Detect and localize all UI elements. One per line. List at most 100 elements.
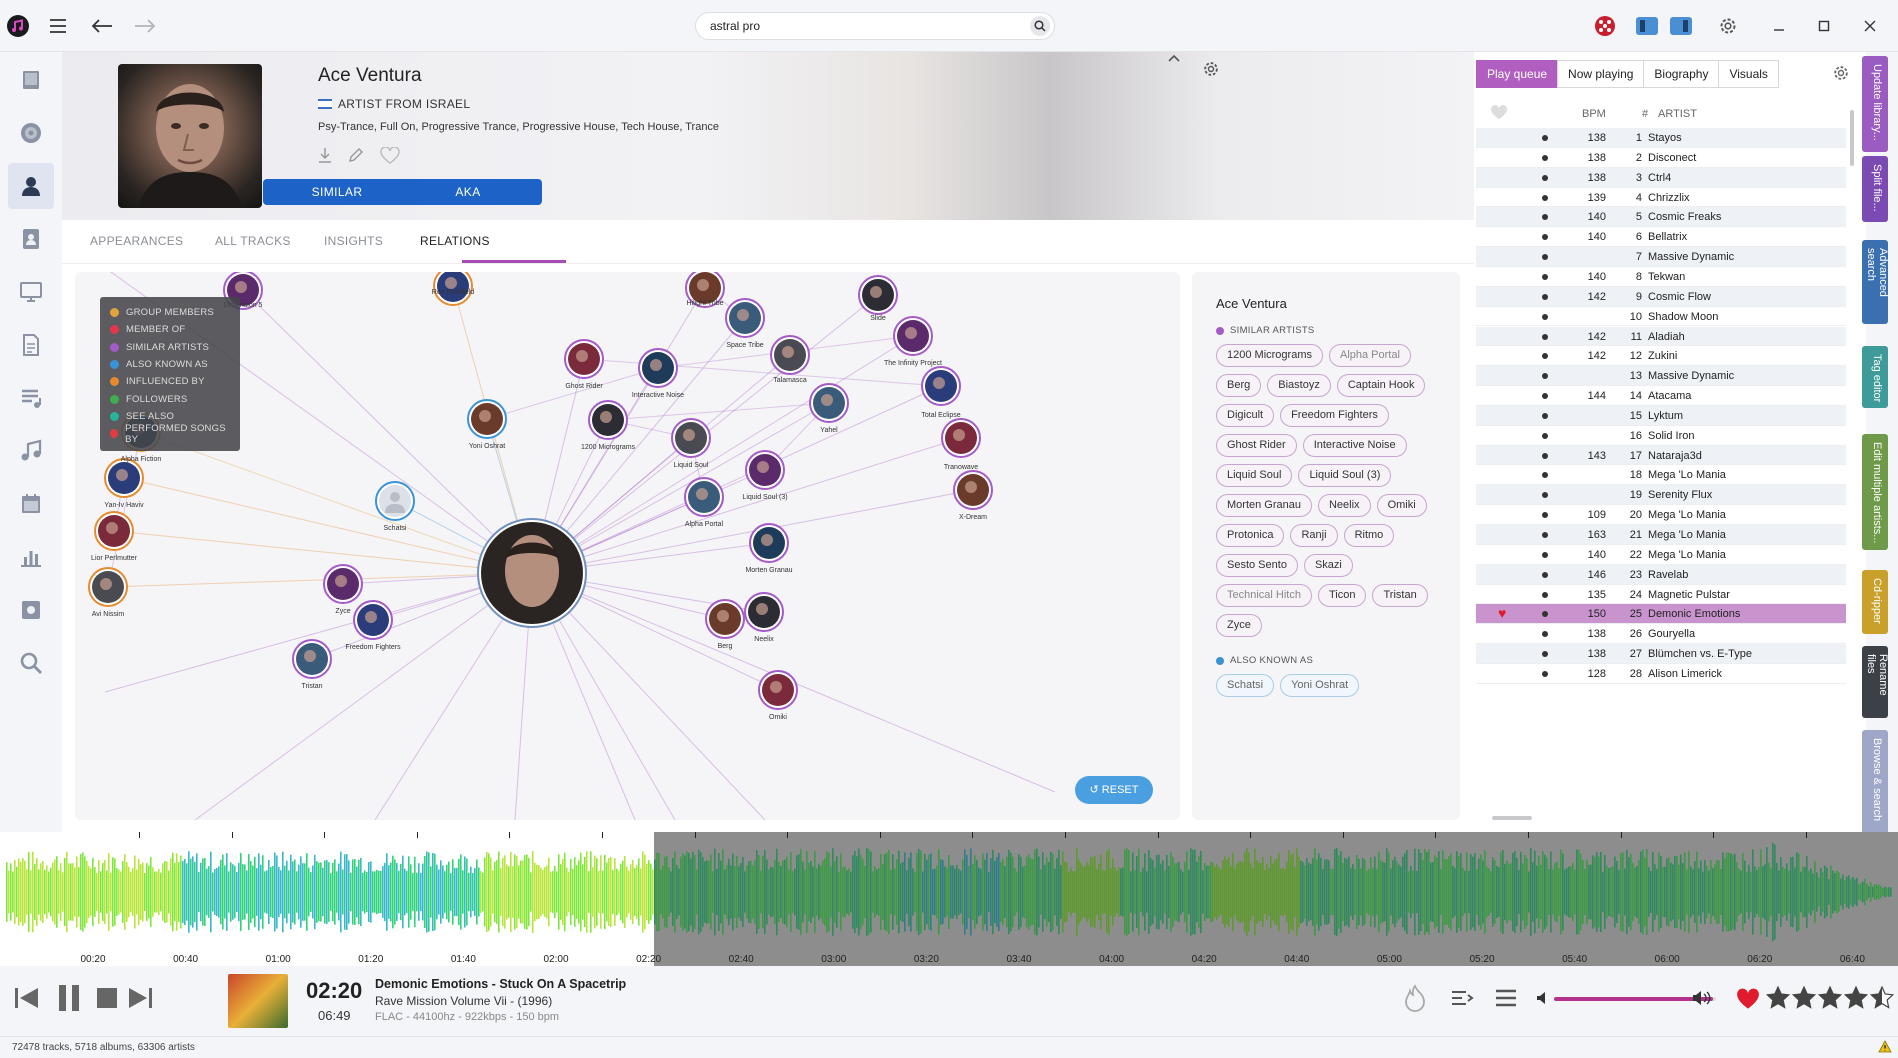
volume-down-icon[interactable]	[1536, 991, 1548, 1008]
tab-insights[interactable]: INSIGHTS	[324, 234, 383, 248]
loved-heart-icon[interactable]: ♥	[1498, 605, 1506, 621]
queue-row[interactable]: 143 17 Nataraja3d	[1476, 445, 1846, 466]
rating-star-icon[interactable]	[1765, 985, 1791, 1013]
sidebar-contacts-icon[interactable]	[8, 216, 54, 262]
queue-row[interactable]: 140 8 Tekwan	[1476, 267, 1846, 287]
sidebar-playlist-icon[interactable]	[8, 375, 54, 421]
graph-node-interactive-noise[interactable]	[638, 348, 678, 388]
rating-star-icon[interactable]	[1869, 985, 1895, 1013]
sidebar-document-icon[interactable]	[8, 322, 54, 368]
graph-node-omiki[interactable]	[758, 670, 798, 710]
graph-node-yan-iv-haviv[interactable]	[104, 458, 144, 498]
download-icon[interactable]	[318, 147, 332, 170]
graph-node-total-eclipse[interactable]	[921, 366, 961, 406]
artist-chip-alpha-portal[interactable]: Alpha Portal	[1328, 344, 1411, 367]
graph-node-1200-micrograms[interactable]	[588, 400, 628, 440]
favorite-heart-icon[interactable]	[380, 146, 400, 170]
queue-row[interactable]: 138 26 Gouryella	[1476, 624, 1846, 645]
tool-tab-browse-search[interactable]: Browse & search	[1862, 730, 1888, 836]
graph-node-liquid-soul[interactable]	[671, 418, 711, 458]
artist-chip-omiki[interactable]: Omiki	[1376, 494, 1427, 517]
graph-node-berg[interactable]	[705, 599, 745, 639]
graph-node-space-tribe[interactable]	[725, 298, 765, 338]
queue-row[interactable]: 109 20 Mega 'Lo Mania	[1476, 505, 1846, 525]
aka-button[interactable]: AKA	[394, 179, 542, 205]
graph-node-freedom-fighters[interactable]	[353, 600, 393, 640]
graph-node-center-artist[interactable]	[477, 518, 587, 628]
header-settings-gear-icon[interactable]	[1202, 60, 1220, 81]
queue-row[interactable]: 10 Shadow Moon	[1476, 307, 1846, 327]
queue-row[interactable]: 138 2 Disconect	[1476, 148, 1846, 168]
legend-item-followers[interactable]: FOLLOWERS	[110, 390, 230, 407]
graph-node-alpha-portal[interactable]	[684, 477, 724, 517]
artist-chip-biastoyz[interactable]: Biastoyz	[1267, 374, 1331, 397]
queue-bpm-header[interactable]: BPM	[1582, 108, 1606, 120]
rating-stars[interactable]	[1765, 985, 1895, 1013]
graph-node-tranowave[interactable]	[941, 418, 981, 458]
graph-node-zyce[interactable]	[323, 564, 363, 604]
collapse-chevron-icon[interactable]	[1167, 52, 1181, 66]
search-input[interactable]: astral pro	[695, 12, 1055, 40]
artist-chip-neelix[interactable]: Neelix	[1317, 494, 1371, 517]
tool-tab-edit-multiple-artists[interactable]: Edit multiple artists...	[1862, 434, 1888, 550]
graph-node-neelix[interactable]	[744, 592, 784, 632]
graph-node-liquid-soul-3[interactable]	[745, 450, 785, 490]
queue-row[interactable]: 138 27 Blümchen vs. E-Type	[1476, 644, 1846, 664]
queue-row[interactable]: 138 3 Ctrl4	[1476, 167, 1846, 188]
artist-chip-ticon[interactable]: Ticon	[1317, 584, 1367, 607]
artist-chip-sesto-sento[interactable]: Sesto Sento	[1216, 554, 1298, 577]
queue-row[interactable]: 140 5 Cosmic Freaks	[1476, 207, 1846, 228]
graph-node-the-infinity-project[interactable]	[893, 316, 933, 356]
artist-chip-captain-hook[interactable]: Captain Hook	[1336, 374, 1426, 397]
legend-item-influenced-by[interactable]: INFLUENCED BY	[110, 373, 230, 390]
queue-row[interactable]: 139 4 Chrizzlix	[1476, 188, 1846, 208]
tool-tab-update-library[interactable]: Update library...	[1862, 56, 1888, 152]
sidebar-statistics-icon[interactable]	[8, 534, 54, 580]
queue-artist-header[interactable]: ARTIST	[1658, 108, 1697, 120]
volume-up-icon[interactable]	[1692, 990, 1712, 1009]
tool-tab-advanced-search[interactable]: Advanced search	[1862, 240, 1889, 324]
queue-heart-header-icon[interactable]	[1490, 104, 1508, 124]
artist-chip-morten-granau[interactable]: Morten Granau	[1216, 494, 1312, 517]
tab-all-tracks[interactable]: ALL TRACKS	[215, 234, 291, 248]
reset-button[interactable]: ↺ RESET	[1075, 776, 1153, 804]
similar-button[interactable]: SIMILAR	[263, 179, 411, 205]
queue-row[interactable]: 146 23 Ravelab	[1476, 564, 1846, 585]
artist-chip-digicult[interactable]: Digicult	[1216, 404, 1275, 427]
rating-star-icon[interactable]	[1791, 985, 1817, 1013]
graph-node-avi-nissim[interactable]	[88, 567, 128, 607]
sidebar-radio-icon[interactable]	[8, 587, 54, 633]
sidebar-monitor-icon[interactable]	[8, 269, 54, 315]
album-cover[interactable]	[228, 974, 288, 1028]
app-logo-icon[interactable]	[4, 12, 32, 40]
artist-chip-interactive-noise[interactable]: Interactive Noise	[1302, 434, 1407, 457]
queue-row[interactable]: 142 12 Zukini	[1476, 346, 1846, 367]
legend-item-similar-artists[interactable]: SIMILAR ARTISTS	[110, 339, 230, 356]
previous-track-icon[interactable]	[14, 986, 40, 1013]
right-panel-toggle-icon[interactable]	[1667, 12, 1695, 40]
artist-chip-skazi[interactable]: Skazi	[1303, 554, 1353, 577]
legend-item-group-members[interactable]: GROUP MEMBERS	[110, 304, 230, 321]
artist-chip-liquid-soul[interactable]: Liquid Soul	[1216, 464, 1293, 487]
queue-horizontal-scrollbar[interactable]	[1484, 814, 1846, 822]
queue-row[interactable]: 144 14 Atacama	[1476, 386, 1846, 406]
queue-add-icon[interactable]	[1450, 988, 1474, 1011]
queue-row[interactable]: 135 24 Magnetic Pulstar	[1476, 585, 1846, 605]
legend-item-also-known-as[interactable]: ALSO KNOWN AS	[110, 356, 230, 373]
graph-node-slide[interactable]	[858, 275, 898, 315]
artist-chip-ghost-rider[interactable]: Ghost Rider	[1216, 434, 1297, 457]
queue-row[interactable]: 142 11 Aladiah	[1476, 326, 1846, 347]
queue-row[interactable]: 163 21 Mega 'Lo Mania	[1476, 525, 1846, 545]
tab-visuals[interactable]: Visuals	[1718, 60, 1779, 88]
queue-row[interactable]: 142 9 Cosmic Flow	[1476, 286, 1846, 307]
artist-chip-liquid-soul-3[interactable]: Liquid Soul (3)	[1298, 464, 1392, 487]
minimize-icon[interactable]	[1765, 12, 1793, 40]
tool-tab-rename-files[interactable]: Rename files	[1862, 646, 1889, 718]
tab-relations[interactable]: RELATIONS	[420, 234, 490, 248]
rating-star-icon[interactable]	[1817, 985, 1843, 1013]
tab-play-queue[interactable]: Play queue	[1476, 60, 1559, 88]
back-arrow-icon[interactable]	[88, 12, 116, 40]
playlist-menu-icon[interactable]	[1494, 988, 1518, 1011]
graph-node-schatsi[interactable]	[375, 481, 415, 521]
graph-node-morten-granau[interactable]	[749, 523, 789, 563]
